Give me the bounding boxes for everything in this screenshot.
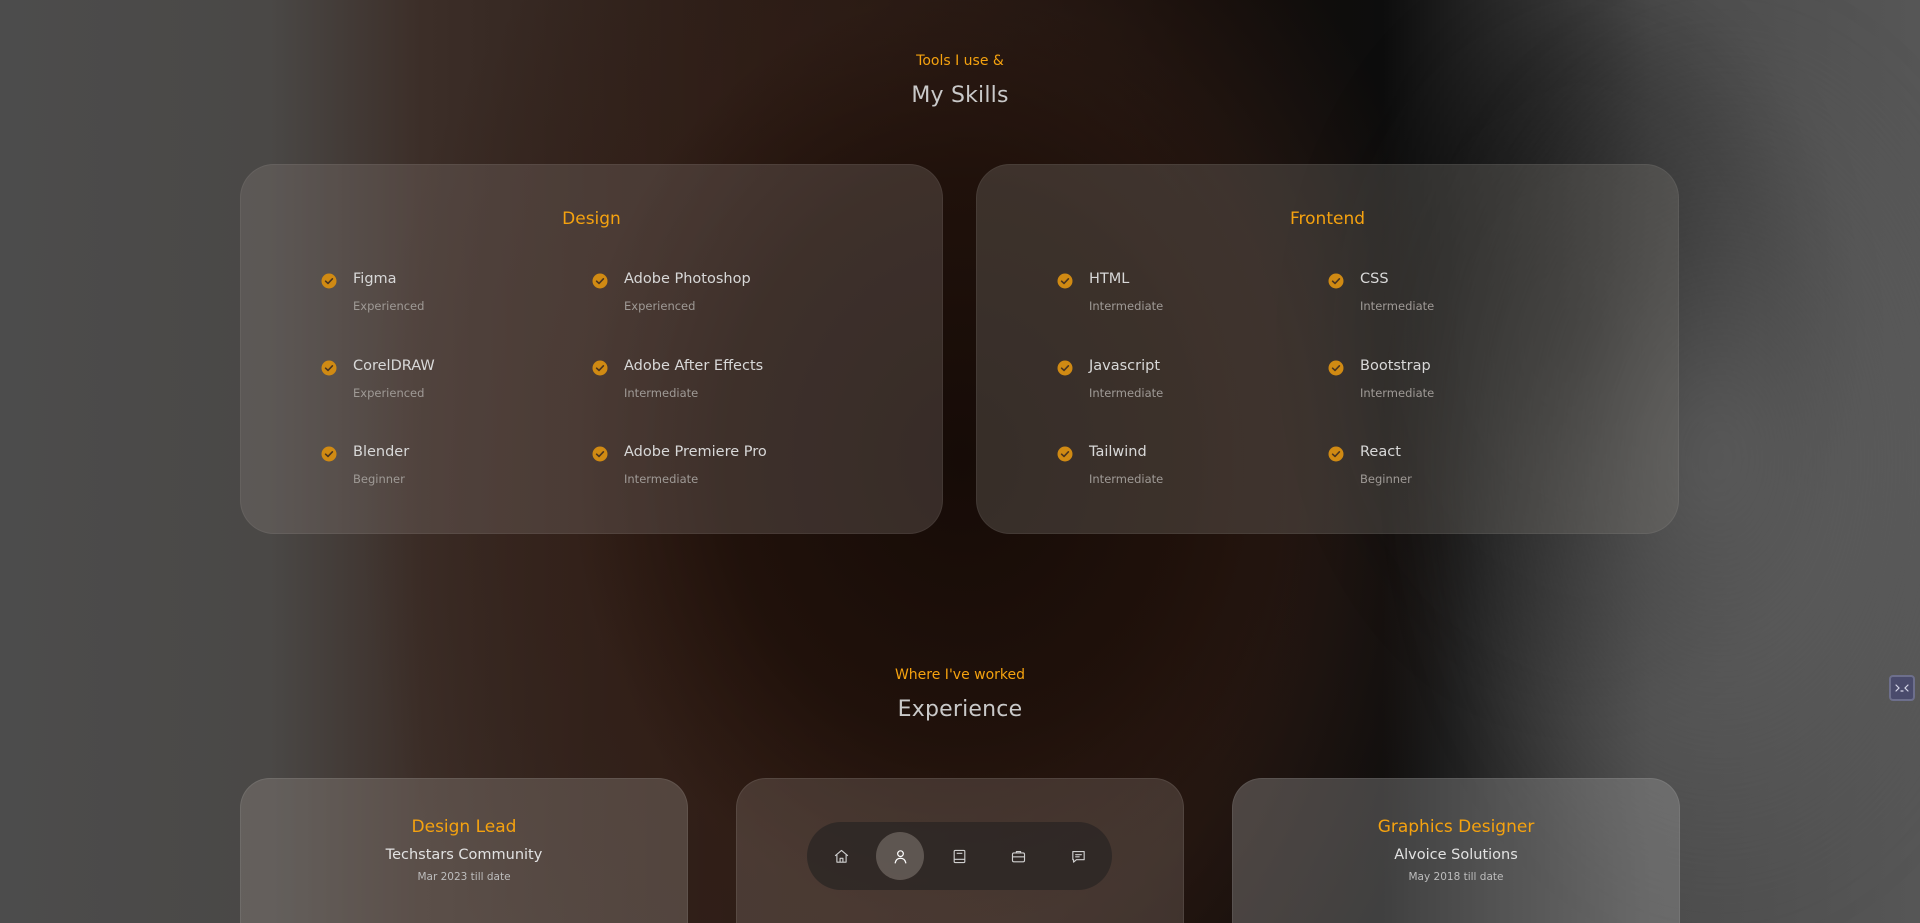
skills-title: My Skills xyxy=(911,83,1009,108)
skill-name: Figma xyxy=(353,271,397,287)
home-icon xyxy=(834,849,848,863)
nav-home-button[interactable] xyxy=(817,832,865,880)
badge-check-icon xyxy=(1057,446,1073,462)
briefcase-icon xyxy=(1012,850,1026,862)
side-toggle-button[interactable] xyxy=(1889,675,1915,701)
experience-card: Graphics Designer Alvoice Solutions May … xyxy=(1232,778,1680,923)
job-title: Graphics Designer xyxy=(1377,817,1535,837)
skill-name: React xyxy=(1360,444,1401,460)
skill-name: Blender xyxy=(353,444,410,460)
skill-level: Intermediate xyxy=(1360,386,1435,400)
skill-level: Intermediate xyxy=(1360,299,1435,313)
badge-check-icon xyxy=(1328,360,1344,376)
badge-check-icon xyxy=(321,273,337,289)
badge-check-icon xyxy=(321,446,337,462)
skill-name: Adobe Premiere Pro xyxy=(624,444,767,460)
card-title: Frontend xyxy=(1289,209,1366,229)
skill-level: Intermediate xyxy=(1089,472,1164,486)
skill-name: Javascript xyxy=(1089,358,1161,374)
book-icon xyxy=(953,849,966,863)
skill-level: Intermediate xyxy=(624,472,699,486)
card-title: Design xyxy=(562,209,621,229)
skill-name: Adobe Photoshop xyxy=(624,271,751,287)
experience-header: Where I've worked Experience xyxy=(0,667,1920,722)
skill-level: Intermediate xyxy=(1089,299,1164,313)
job-title: Design Lead xyxy=(411,817,517,837)
skill-name: CorelDRAW xyxy=(353,358,435,374)
badge-check-icon xyxy=(592,360,608,376)
skill-level: Experienced xyxy=(624,299,696,313)
experience-card: Design Lead Techstars Community Mar 2023… xyxy=(240,778,688,923)
skills-card-frontend: Frontend HTML Intermediate CSS Intermedi… xyxy=(976,164,1679,534)
nav-portfolio-button[interactable] xyxy=(995,832,1043,880)
experience-eyebrow: Where I've worked xyxy=(894,667,1026,683)
skills-eyebrow: Tools I use & xyxy=(916,53,1004,69)
skill-name: Adobe After Effects xyxy=(624,358,764,374)
job-date: Mar 2023 till date xyxy=(417,871,511,883)
skill-level: Beginner xyxy=(1360,472,1412,486)
job-date: May 2018 till date xyxy=(1408,871,1504,883)
experience-title: Experience xyxy=(897,697,1023,722)
skill-name: CSS xyxy=(1360,271,1389,287)
badge-check-icon xyxy=(1328,273,1344,289)
job-company: Alvoice Solutions xyxy=(1394,847,1518,863)
user-icon xyxy=(894,849,907,863)
skill-name: HTML xyxy=(1089,271,1130,287)
skill-level: Experienced xyxy=(353,299,425,313)
job-company: Techstars Community xyxy=(385,847,543,863)
badge-check-icon xyxy=(1328,446,1344,462)
nav-resume-button[interactable] xyxy=(936,832,984,880)
skill-level: Beginner xyxy=(353,472,405,486)
skill-level: Intermediate xyxy=(624,386,699,400)
collapse-icon xyxy=(1895,684,1909,692)
message-icon xyxy=(1071,850,1085,863)
badge-check-icon xyxy=(592,446,608,462)
skills-card-design: Design Figma Experienced Adobe Photoshop… xyxy=(240,164,943,534)
skill-name: Tailwind xyxy=(1089,444,1147,460)
skill-name: Bootstrap xyxy=(1360,358,1431,374)
badge-check-icon xyxy=(592,273,608,289)
bottom-dock-nav xyxy=(807,822,1112,890)
skill-level: Intermediate xyxy=(1089,386,1164,400)
badge-check-icon xyxy=(1057,360,1073,376)
skills-header: Tools I use & My Skills xyxy=(0,53,1920,108)
nav-contact-button[interactable] xyxy=(1054,832,1102,880)
badge-check-icon xyxy=(321,360,337,376)
badge-check-icon xyxy=(1057,273,1073,289)
nav-about-button[interactable] xyxy=(876,832,925,880)
skill-level: Experienced xyxy=(353,386,425,400)
